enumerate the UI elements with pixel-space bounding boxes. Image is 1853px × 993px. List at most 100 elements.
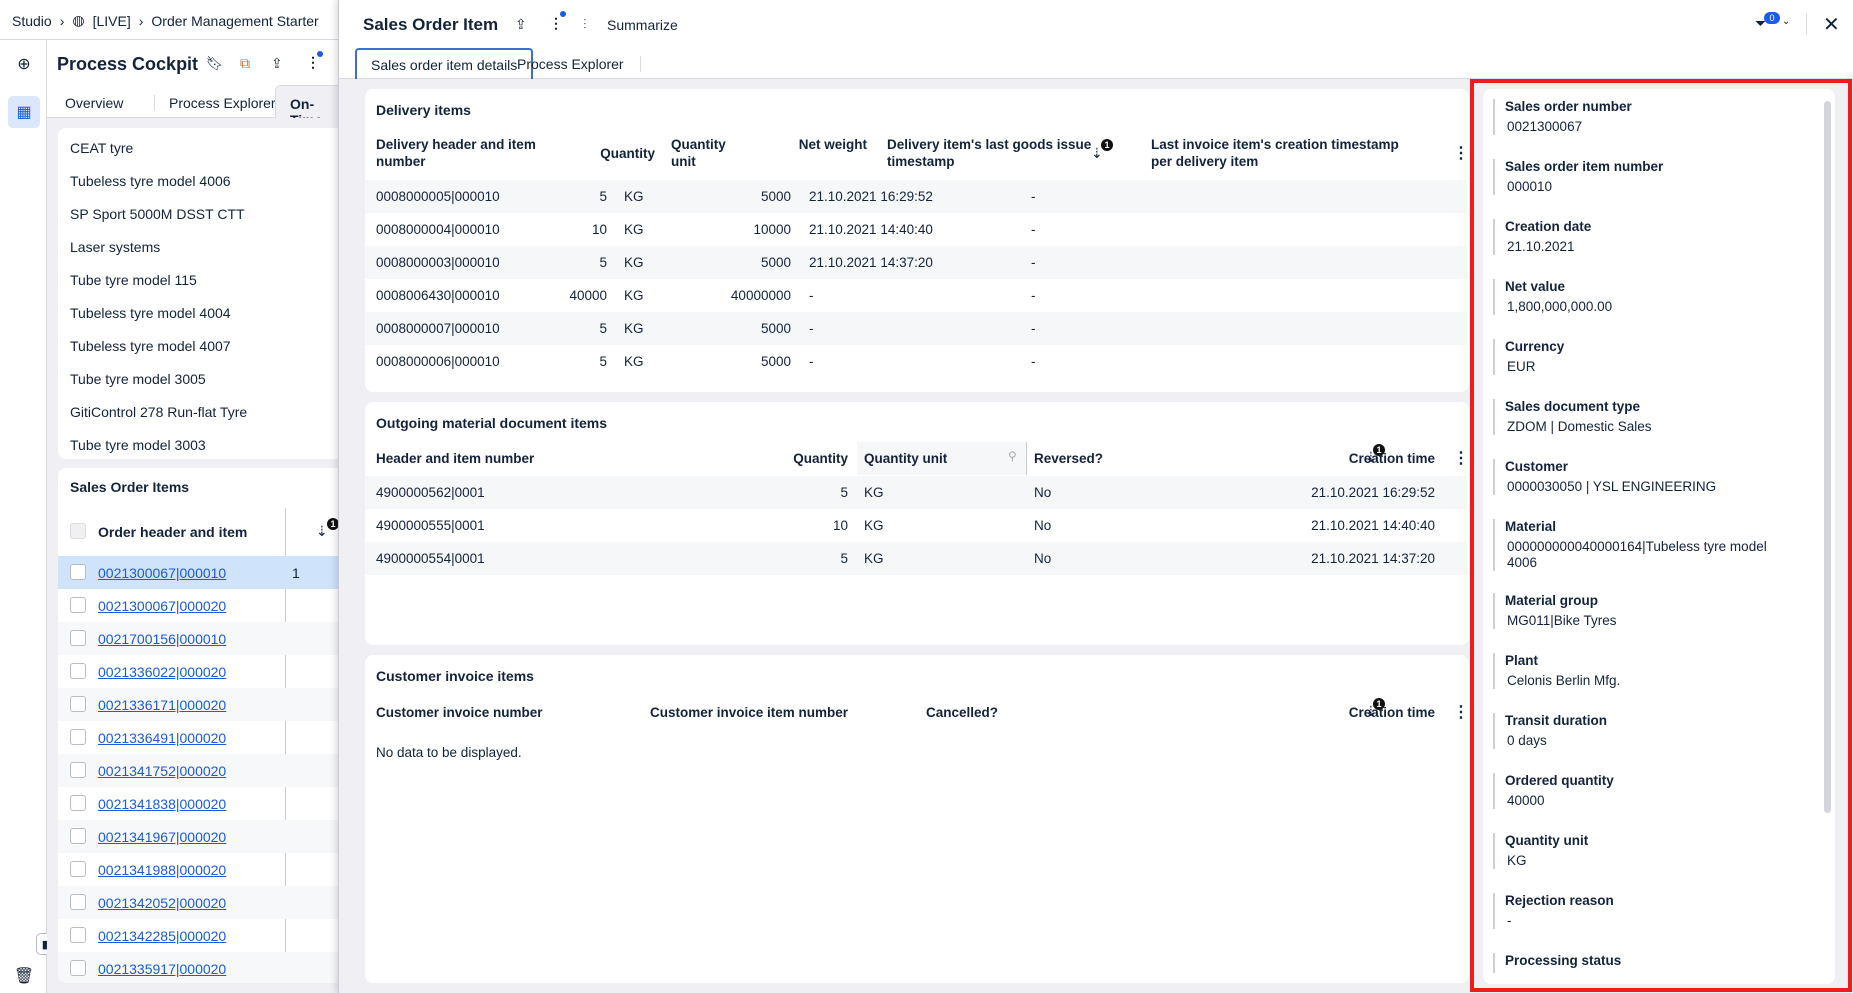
list-item[interactable]: Tube tyre model 3003 — [70, 437, 206, 453]
share-icon[interactable]: ⇪ — [271, 55, 283, 72]
column-header: Order header and item — [98, 524, 248, 540]
table-cell: - — [809, 354, 814, 369]
table-row[interactable]: 0021341967|000020 — [58, 820, 338, 853]
summarize-button[interactable]: Summarize — [607, 17, 678, 33]
order-link[interactable]: 0021300067|000020 — [98, 598, 226, 614]
table-row[interactable]: 0021341988|000020 — [58, 853, 338, 886]
table-cell: 40000 — [569, 288, 607, 303]
table-row[interactable]: 0008000005|000010 5 KG 5000 21.10.2021 16:29… — [365, 180, 1467, 213]
list-item[interactable]: Tubeless tyre model 4006 — [70, 173, 231, 189]
order-link[interactable]: 0021336491|000020 — [98, 730, 226, 746]
row-value: 1 — [292, 565, 300, 581]
list-item[interactable]: Tube tyre model 3005 — [70, 371, 206, 387]
table-cell: - — [1031, 222, 1036, 237]
order-link[interactable]: 0021336022|000020 — [98, 664, 226, 680]
column-menu-icon[interactable]: ⋮ — [1453, 143, 1469, 163]
table-row[interactable]: 0008000007|000010 5 KG 5000 - - — [365, 312, 1467, 345]
table-row[interactable]: 0008000004|000010 10 KG 10000 21.10.2021 14:… — [365, 213, 1467, 246]
column-header: Creation time — [1348, 451, 1435, 466]
row-checkbox[interactable] — [70, 564, 86, 580]
list-item[interactable]: Tube tyre model 115 — [70, 272, 197, 288]
table-row[interactable]: 0021300067|000020 — [58, 589, 338, 622]
table-row[interactable]: 0008000006|000010 5 KG 5000 - - — [365, 345, 1467, 378]
table-row[interactable]: 4900000562|0001 5 KG No 21.10.2021 16:29:52 — [365, 476, 1467, 509]
row-checkbox[interactable] — [70, 663, 86, 679]
bookmark-icon[interactable]: 🔖︎ — [206, 55, 224, 72]
table-row[interactable]: 0021300067|000010 1 — [58, 556, 338, 589]
tab-overview[interactable]: Overview — [65, 95, 123, 111]
tab-process-explorer[interactable]: Process Explorer — [501, 56, 641, 72]
list-item[interactable]: Tubeless tyre model 4007 — [70, 338, 231, 354]
trash-icon[interactable]: 🗑 — [8, 960, 40, 992]
table-cell: 21.10.2021 14:40:40 — [809, 222, 933, 237]
close-icon[interactable]: ✕ — [1823, 12, 1840, 37]
share-icon[interactable]: ⇪ — [515, 16, 527, 33]
row-checkbox[interactable] — [70, 795, 86, 811]
row-checkbox[interactable] — [70, 729, 86, 745]
left-rail: ⊕ ▦ ◧ 🗑 — [0, 40, 58, 993]
breadcrumb-package[interactable]: Order Management Starter — [151, 13, 318, 29]
table-row[interactable]: 0008000003|000010 5 KG 5000 21.10.2021 14:37… — [365, 246, 1467, 279]
order-link[interactable]: 0021342052|000020 — [98, 895, 226, 911]
table-cell: 0008006430|000010 — [376, 288, 500, 303]
chevron-down-icon[interactable]: ⌄ — [1782, 16, 1790, 27]
breadcrumb-live[interactable]: [LIVE] — [93, 13, 131, 29]
app-icon[interactable]: ⧉ — [240, 55, 250, 72]
order-link[interactable]: 0021341988|000020 — [98, 862, 226, 878]
table-row[interactable]: 0021335917|000020 — [58, 952, 338, 983]
table-row[interactable]: 4900000554|0001 5 KG No 21.10.2021 14:37:20 — [365, 542, 1467, 575]
order-link[interactable]: 0021700156|000010 — [98, 631, 226, 647]
list-item[interactable]: Laser systems — [70, 239, 160, 255]
table-row[interactable]: 0008006430|000010 40000 KG 40000000 - - — [365, 279, 1467, 312]
table-row[interactable]: 0021336491|000020 — [58, 721, 338, 754]
tab-on-time[interactable]: On-Time — [275, 85, 345, 128]
list-item[interactable]: GitiControl 278 Run-flat Tyre — [70, 404, 247, 420]
order-link[interactable]: 0021336171|000020 — [98, 697, 226, 713]
order-link[interactable]: 0021341752|000020 — [98, 763, 226, 779]
column-filter-icon[interactable]: ⚲ — [1008, 449, 1017, 463]
table-row[interactable]: 0021342052|000020 — [58, 886, 338, 919]
table-cell: - — [1031, 189, 1036, 204]
list-item[interactable]: Tubeless tyre model 4004 — [70, 305, 231, 321]
table-row[interactable]: 4900000555|0001 10 KG No 21.10.2021 14:40:40 — [365, 509, 1467, 542]
list-item[interactable]: CEAT tyre — [70, 140, 133, 156]
column-menu-icon[interactable]: ⋮ — [1453, 702, 1469, 722]
dashboard-icon[interactable]: ▦ — [8, 96, 40, 128]
row-checkbox[interactable] — [70, 894, 86, 910]
add-circle-icon[interactable]: ⊕ — [8, 48, 40, 80]
column-menu-icon[interactable]: ⋮ — [1453, 448, 1469, 468]
table-cell: KG — [864, 518, 884, 533]
row-checkbox[interactable] — [70, 927, 86, 943]
row-checkbox[interactable] — [70, 861, 86, 877]
row-checkbox[interactable] — [70, 696, 86, 712]
row-checkbox[interactable] — [70, 960, 86, 976]
table-row[interactable]: 0021336022|000020 — [58, 655, 338, 688]
order-link[interactable]: 0021335917|000020 — [98, 961, 226, 977]
chevron-right-icon: › — [59, 12, 65, 29]
summarize-icon[interactable]: ⫶ — [583, 16, 587, 33]
select-all-checkbox[interactable] — [70, 523, 86, 539]
table-cell: 21.10.2021 16:29:52 — [1311, 485, 1435, 500]
sort-icon[interactable]: ⇣ — [316, 523, 328, 540]
table-row[interactable]: 0021336171|000020 — [58, 688, 338, 721]
table-row[interactable]: 0021341752|000020 — [58, 754, 338, 787]
table-cell: 21.10.2021 16:29:52 — [809, 189, 933, 204]
order-link[interactable]: 0021300067|000010 — [98, 565, 226, 581]
row-checkbox[interactable] — [70, 597, 86, 613]
table-row[interactable]: 0021342285|000020 — [58, 919, 338, 952]
tab-process-explorer[interactable]: Process Explorer — [154, 95, 276, 111]
more-icon[interactable]: ⋮ — [549, 15, 563, 32]
order-link[interactable]: 0021342285|000020 — [98, 928, 226, 944]
table-row[interactable]: 0021341838|000020 — [58, 787, 338, 820]
row-checkbox[interactable] — [70, 630, 86, 646]
order-link[interactable]: 0021341967|000020 — [98, 829, 226, 845]
column-header: Delivery header and item number — [376, 137, 536, 169]
list-item[interactable]: SP Sport 5000M DSST CTT — [70, 206, 245, 222]
order-link[interactable]: 0021341838|000020 — [98, 796, 226, 812]
column-header: Header and item number — [376, 451, 535, 466]
row-checkbox[interactable] — [70, 828, 86, 844]
breadcrumb-studio[interactable]: Studio — [12, 13, 52, 29]
table-cell: No — [1034, 551, 1052, 566]
table-row[interactable]: 0021700156|000010 — [58, 622, 338, 655]
row-checkbox[interactable] — [70, 762, 86, 778]
